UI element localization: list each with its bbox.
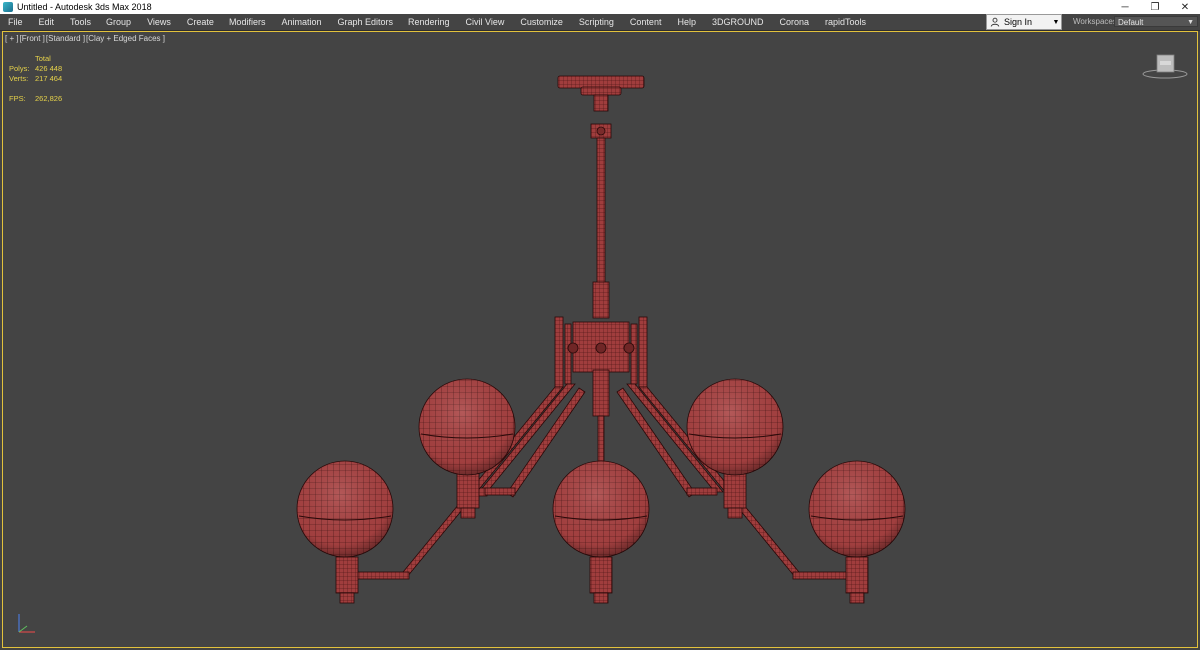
verts-label: Verts: <box>9 74 29 83</box>
menu-edit[interactable]: Edit <box>39 14 55 30</box>
ceiling-canopy <box>557 75 645 89</box>
menu-scripting[interactable]: Scripting <box>579 14 614 30</box>
fps-value: 262,826 <box>35 94 63 103</box>
globe-right-outer <box>808 460 906 558</box>
viewport-statistics: Total Polys: 426 448 Verts: 217 464 FPS: 26… <box>9 54 75 104</box>
polys-value: 426 448 <box>35 64 63 73</box>
user-icon <box>990 17 1000 27</box>
viewport-plus-menu[interactable]: [ + ] <box>5 34 19 43</box>
menu-graph-editors[interactable]: Graph Editors <box>337 14 393 30</box>
3dsmax-app-icon <box>3 2 13 12</box>
minimize-button[interactable]: ─ <box>1110 0 1140 14</box>
window-controls: ─ ❐ ✕ <box>1110 0 1200 14</box>
fps-label: FPS: <box>9 94 26 103</box>
menu-group[interactable]: Group <box>106 14 131 30</box>
workspaces-label: Workspaces: <box>1073 17 1120 26</box>
menu-views[interactable]: Views <box>147 14 171 30</box>
menu-help[interactable]: Help <box>677 14 696 30</box>
menu-modifiers[interactable]: Modifiers <box>229 14 266 30</box>
menu-bar: File Edit Tools Group Views Create Modif… <box>0 14 1200 31</box>
front-viewport[interactable]: [ + ] [Front ] [Standard ] [Clay + Edged… <box>2 31 1198 648</box>
menu-civil-view[interactable]: Civil View <box>466 14 505 30</box>
workspaces-dropdown[interactable]: Default ▼ <box>1114 16 1198 27</box>
menu-animation[interactable]: Animation <box>281 14 321 30</box>
viewport-shading-menu[interactable]: [Standard ] <box>46 34 85 43</box>
menu-file[interactable]: File <box>8 14 23 30</box>
menu-create[interactable]: Create <box>187 14 214 30</box>
axis-tripod-icon <box>18 614 35 633</box>
viewport-label: [ + ] [Front ] [Standard ] [Clay + Edged… <box>5 34 165 43</box>
workspaces-value: Default <box>1118 18 1144 27</box>
chevron-down-icon: ▼ <box>1187 19 1194 26</box>
globe-right-inner <box>686 378 784 476</box>
restore-button[interactable]: ❐ <box>1140 0 1170 14</box>
chevron-down-icon: ▼ <box>1052 18 1060 26</box>
stats-header: Total <box>35 54 51 63</box>
close-button[interactable]: ✕ <box>1170 0 1200 14</box>
chandelier-model[interactable] <box>3 32 1197 647</box>
menu-list: File Edit Tools Group Views Create Modif… <box>0 14 866 30</box>
menu-rendering[interactable]: Rendering <box>408 14 450 30</box>
verts-value: 217 464 <box>35 74 63 83</box>
sign-in-button[interactable]: Sign In ▼ <box>986 14 1062 30</box>
viewport-display-menu[interactable]: [Clay + Edged Faces ] <box>86 34 165 43</box>
sign-in-label: Sign In <box>1004 17 1033 27</box>
menu-3dground[interactable]: 3DGROUND <box>712 14 764 30</box>
menu-rapidtools[interactable]: rapidTools <box>825 14 866 30</box>
title-bar: Untitled - Autodesk 3ds Max 2018 ─ ❐ ✕ <box>0 0 1200 14</box>
menu-corona[interactable]: Corona <box>779 14 809 30</box>
app-window: Untitled - Autodesk 3ds Max 2018 ─ ❐ ✕ F… <box>0 0 1200 650</box>
menu-content[interactable]: Content <box>630 14 662 30</box>
menu-tools[interactable]: Tools <box>70 14 91 30</box>
globe-left-outer <box>296 460 394 558</box>
globe-center <box>552 460 650 558</box>
polys-label: Polys: <box>9 64 30 73</box>
menu-customize[interactable]: Customize <box>520 14 563 30</box>
main-rod <box>596 137 606 289</box>
viewcube-icon[interactable] <box>1140 50 1190 82</box>
globe-left-inner <box>418 378 516 476</box>
window-title: Untitled - Autodesk 3ds Max 2018 <box>17 2 152 12</box>
viewport-view-menu[interactable]: [Front ] <box>20 34 45 43</box>
